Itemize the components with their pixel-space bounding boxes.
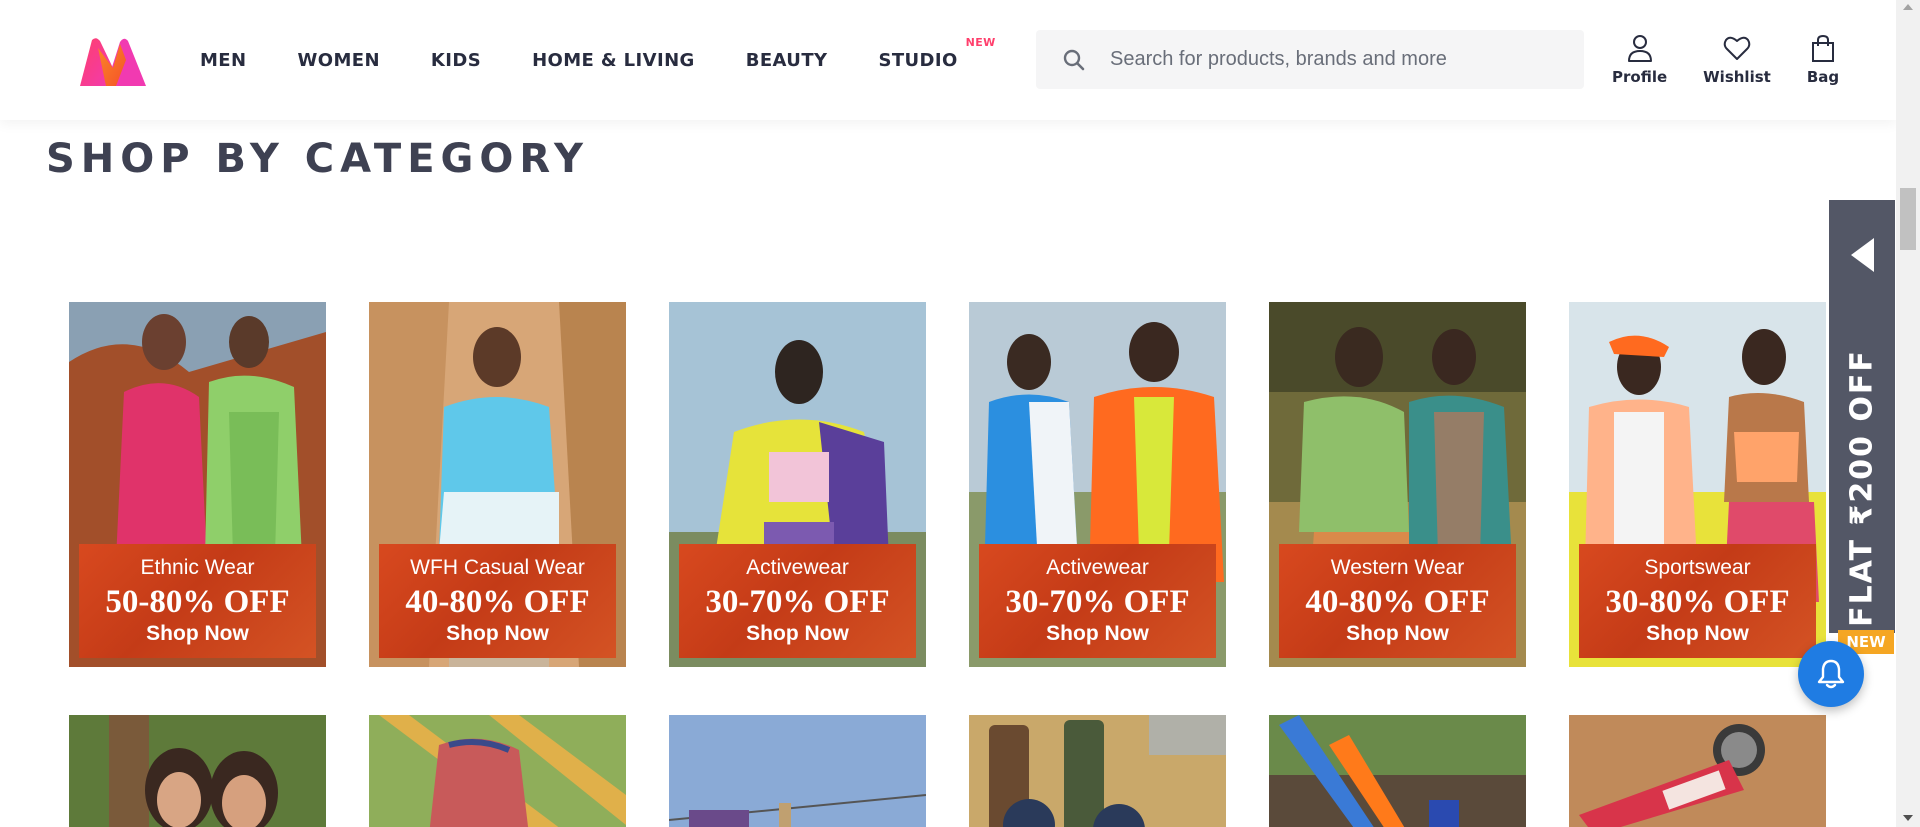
shop-now-link[interactable]: Shop Now [1346,622,1449,646]
search-icon[interactable] [1046,30,1102,89]
nav-women[interactable]: WOMEN [297,50,379,71]
category-tile[interactable] [1269,715,1526,827]
offer-banner: Sportswear 30-80% OFF Shop Now [1579,544,1816,658]
category-tile-western-wear[interactable]: Western Wear 40-80% OFF Shop Now [1269,302,1526,667]
offer-banner: Western Wear 40-80% OFF Shop Now [1279,544,1516,658]
profile-button[interactable]: Profile [1612,34,1667,86]
offer-banner: WFH Casual Wear 40-80% OFF Shop Now [379,544,616,658]
discount-label: 50-80% OFF [105,584,290,620]
scroll-down-icon[interactable] [1903,815,1913,821]
discount-label: 30-70% OFF [1005,584,1190,620]
nav-home-living[interactable]: HOME & LIVING [532,50,695,71]
search-input[interactable] [1102,48,1562,71]
section-title: SHOP BY CATEGORY [46,136,589,182]
main-nav: MEN WOMEN KIDS HOME & LIVING BEAUTY STUD… [200,0,1009,120]
nav-beauty[interactable]: BEAUTY [746,50,828,71]
flat-offer-label: FLAT ₹200 OFF [1844,349,1880,627]
shop-now-link[interactable]: Shop Now [1046,622,1149,646]
bag-button[interactable]: Bag [1807,34,1839,86]
new-badge: NEW [965,35,996,49]
category-image [1569,715,1826,827]
category-label: WFH Casual Wear [410,556,585,579]
offer-banner: Activewear 30-70% OFF Shop Now [679,544,916,658]
category-image [369,715,626,827]
category-label: Activewear [1046,556,1149,579]
category-tile[interactable] [369,715,626,827]
category-tile[interactable] [969,715,1226,827]
bell-icon [1817,659,1845,689]
site-header: MEN WOMEN KIDS HOME & LIVING BEAUTY STUD… [0,0,1896,120]
shop-now-link[interactable]: Shop Now [746,622,849,646]
discount-label: 30-70% OFF [705,584,890,620]
shop-now-link[interactable]: Shop Now [446,622,549,646]
bag-icon [1811,34,1834,62]
page-scrollbar[interactable] [1896,0,1920,827]
offer-banner: Activewear 30-70% OFF Shop Now [979,544,1216,658]
category-label: Western Wear [1330,556,1465,579]
nav-studio[interactable]: STUDIO NEW [878,36,995,71]
category-tile-activewear-men[interactable]: Activewear 30-70% OFF Shop Now [969,302,1226,667]
scroll-thumb[interactable] [1900,188,1916,250]
scroll-up-icon[interactable] [1903,4,1913,10]
expand-arrow-icon[interactable] [1851,238,1874,272]
category-tile[interactable] [1569,715,1826,827]
search-bar [1036,30,1584,89]
notification-bell-button[interactable] [1798,641,1864,707]
myntra-logo[interactable] [76,36,150,88]
category-tile-sportswear[interactable]: Sportswear 30-80% OFF Shop Now [1569,302,1826,667]
category-tile-activewear-women[interactable]: Activewear 30-70% OFF Shop Now [669,302,926,667]
category-tile-ethnic-wear[interactable]: Ethnic Wear 50-80% OFF Shop Now [69,302,326,667]
category-label: Activewear [746,556,849,579]
category-tile[interactable] [69,715,326,827]
user-icon [1627,35,1652,62]
category-tile-wfh-casual-wear[interactable]: WFH Casual Wear 40-80% OFF Shop Now [369,302,626,667]
header-actions: Profile Wishlist Bag [1612,34,1839,86]
shop-now-link[interactable]: Shop Now [146,622,249,646]
category-label: Sportswear [1644,556,1751,579]
discount-label: 40-80% OFF [405,584,590,620]
wishlist-button[interactable]: Wishlist [1703,34,1771,86]
discount-label: 40-80% OFF [1305,584,1490,620]
category-image [969,715,1226,827]
heart-icon [1723,36,1751,60]
offer-banner: Ethnic Wear 50-80% OFF Shop Now [79,544,316,658]
flat-offer-tab[interactable]: FLAT ₹200 OFF [1829,200,1895,633]
category-label: Ethnic Wear [140,556,255,579]
shop-now-link[interactable]: Shop Now [1646,622,1749,646]
nav-kids[interactable]: KIDS [431,50,481,71]
category-image [669,715,926,827]
category-tile[interactable] [669,715,926,827]
nav-men[interactable]: MEN [200,50,246,71]
category-image [1269,715,1526,827]
category-image [69,715,326,827]
discount-label: 30-80% OFF [1605,584,1790,620]
